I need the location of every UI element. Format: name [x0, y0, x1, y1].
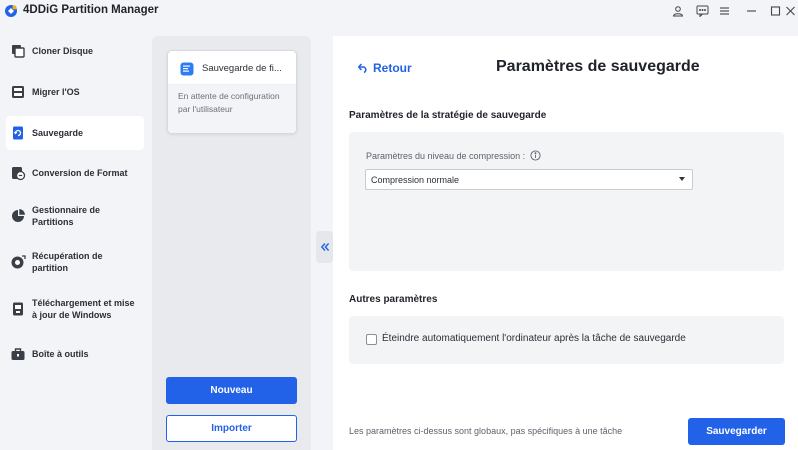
collapse-panel-button[interactable]	[316, 231, 333, 263]
title-bar: 4DDiG Partition Manager	[0, 0, 798, 22]
shutdown-checkbox[interactable]	[366, 334, 377, 345]
convert-format-icon	[12, 167, 26, 181]
sidebar-item-clone-disk[interactable]: Cloner Disque	[6, 34, 144, 68]
windows-download-icon	[13, 302, 23, 316]
partition-manager-icon	[12, 209, 25, 222]
sidebar-item-label: Téléchargement et mise à jour de Windows	[32, 298, 135, 320]
sidebar-item-label: Sauvegarde	[32, 128, 84, 138]
toolbox-icon	[11, 348, 25, 360]
save-button[interactable]: Sauvegarder	[688, 418, 785, 445]
page-title: Paramètres de sauvegarde	[496, 58, 700, 75]
file-backup-icon	[180, 62, 194, 76]
compression-level-select[interactable]: Compression normale	[365, 169, 693, 190]
sidebar-item-convert-format[interactable]: Conversion de Format	[6, 156, 144, 190]
sidebar-item-partition-recovery[interactable]: Récupération de partition	[6, 245, 144, 279]
compression-label-row: Paramètres du niveau de compression :	[366, 150, 541, 161]
user-icon[interactable]	[670, 3, 686, 19]
feedback-icon[interactable]	[694, 3, 710, 19]
sidebar-item-windows-download[interactable]: Téléchargement et mise à jour de Windows	[6, 292, 144, 326]
sidebar-item-partition-manager[interactable]: Gestionnaire de Partitions	[6, 199, 144, 233]
double-chevron-left-icon	[320, 243, 329, 251]
sidebar: Cloner Disque Migrer l'OS Sauvegarde Con…	[0, 30, 150, 450]
close-icon[interactable]	[782, 3, 798, 19]
sidebar-item-label: Récupération de partition	[32, 251, 103, 273]
migrate-os-icon	[12, 86, 24, 98]
app-title: 4DDiG Partition Manager	[23, 4, 159, 16]
minimize-icon[interactable]	[743, 3, 759, 19]
sidebar-item-label: Conversion de Format	[32, 168, 128, 178]
sidebar-item-toolbox[interactable]: Boîte à outils	[6, 337, 144, 371]
backup-icon	[13, 126, 23, 140]
back-arrow-icon	[357, 63, 367, 73]
other-settings-title: Autres paramètres	[349, 294, 438, 305]
back-button[interactable]: Retour	[357, 61, 412, 75]
back-label: Retour	[373, 61, 412, 75]
compression-label: Paramètres du niveau de compression :	[366, 150, 526, 161]
maximize-icon[interactable]	[767, 3, 783, 19]
global-settings-note: Les paramètres ci-dessus sont globaux, p…	[349, 426, 623, 436]
sidebar-item-label: Cloner Disque	[32, 46, 94, 56]
dropdown-arrow-icon	[679, 177, 685, 181]
task-card-title: Sauvegarde de fi...	[202, 63, 282, 74]
sidebar-item-label: Boîte à outils	[32, 349, 89, 359]
task-card-status: En attente de configuration par l'utilis…	[168, 85, 296, 133]
new-task-button[interactable]: Nouveau	[166, 377, 297, 404]
partition-recovery-icon	[11, 255, 26, 269]
compression-selected-value: Compression normale	[371, 174, 460, 185]
shutdown-checkbox-label[interactable]: Éteindre automatiquement l'ordinateur ap…	[382, 333, 686, 344]
sidebar-item-backup[interactable]: Sauvegarde	[6, 116, 144, 150]
menu-icon[interactable]	[716, 3, 732, 19]
sidebar-item-migrate-os[interactable]: Migrer l'OS	[6, 75, 144, 109]
clone-disk-icon	[12, 45, 25, 58]
info-icon[interactable]	[530, 150, 541, 161]
strategy-section-title: Paramètres de la stratégie de sauvegarde	[349, 110, 547, 121]
app-logo-icon	[5, 5, 17, 17]
sidebar-item-label: Migrer l'OS	[32, 87, 80, 97]
backup-task-card[interactable]: Sauvegarde de fi... En attente de config…	[167, 50, 297, 134]
import-button[interactable]: Importer	[166, 415, 297, 442]
sidebar-item-label: Gestionnaire de Partitions	[32, 205, 101, 227]
